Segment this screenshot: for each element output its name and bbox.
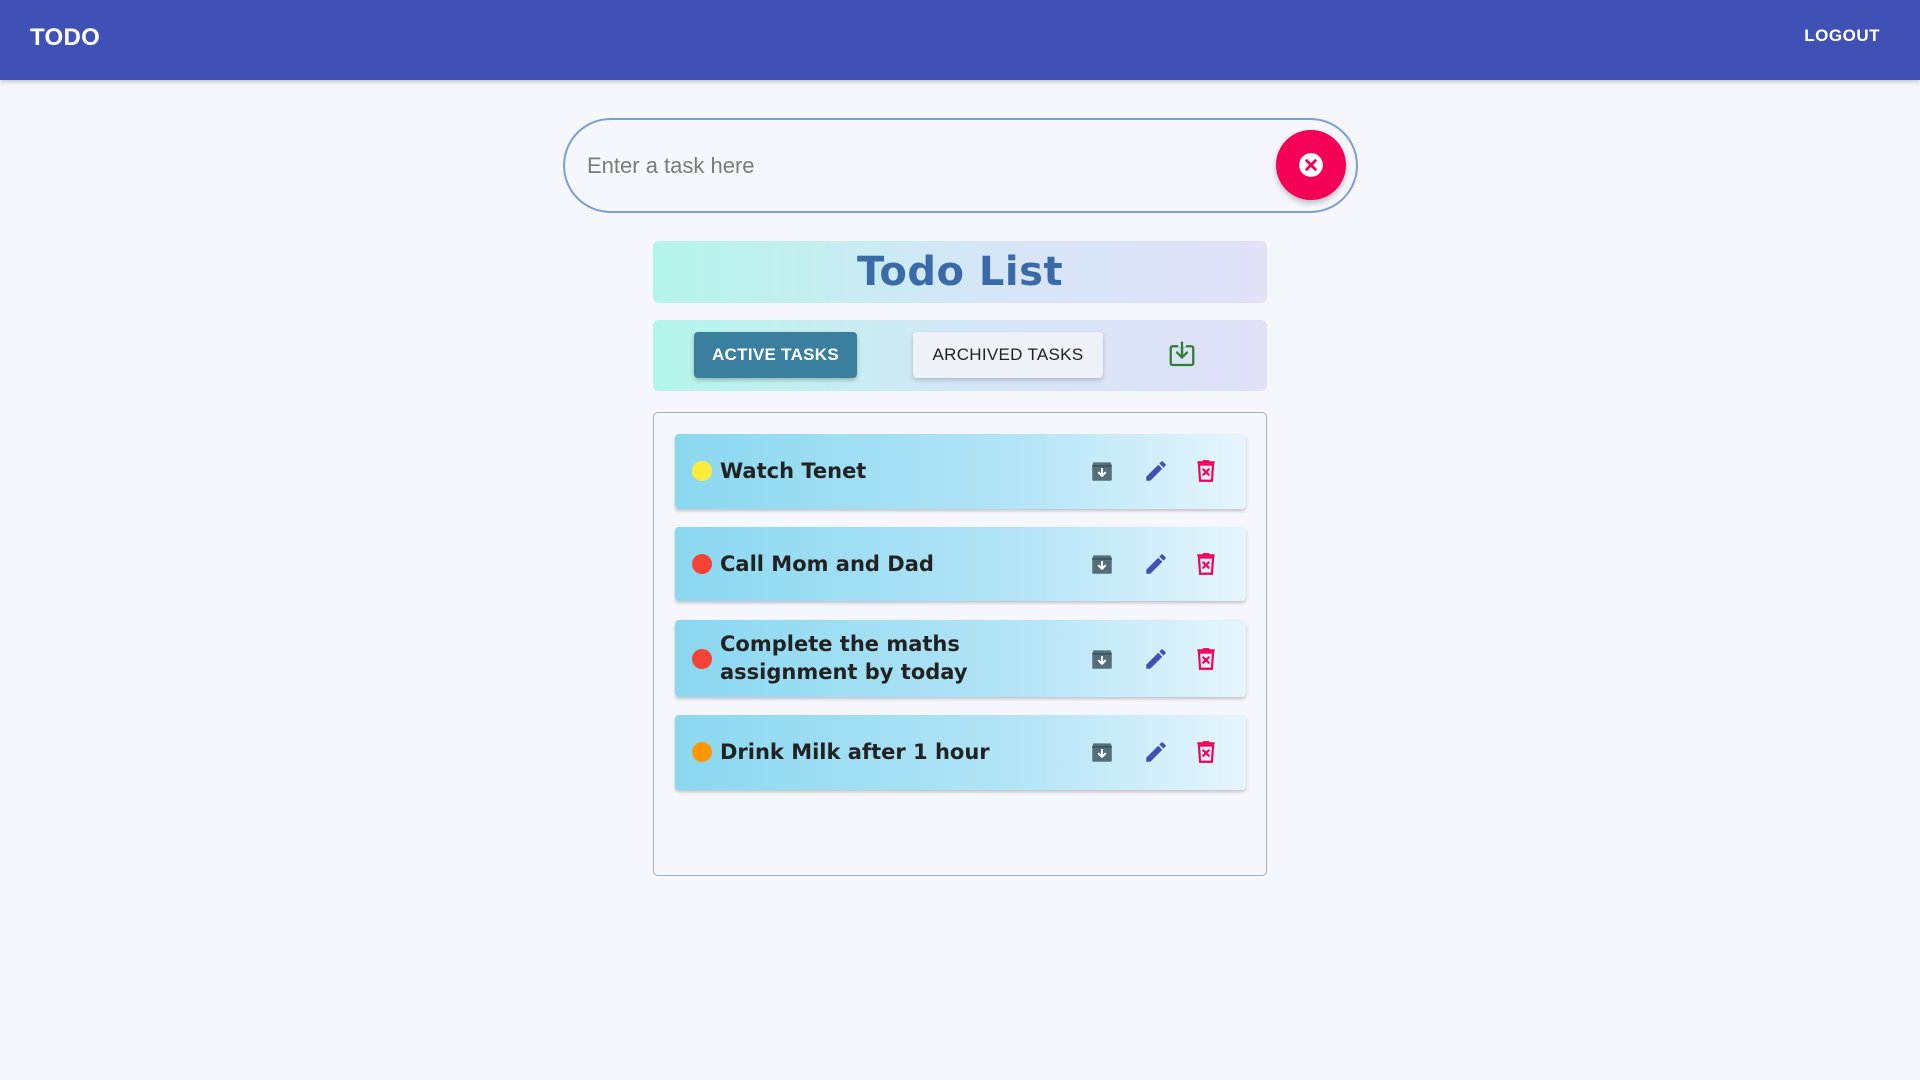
pencil-icon xyxy=(1146,742,1166,762)
priority-indicator xyxy=(692,742,712,762)
app-title: TODO xyxy=(30,24,101,51)
delete-button[interactable] xyxy=(1191,644,1221,674)
delete-button[interactable] xyxy=(1191,737,1221,767)
trash-icon xyxy=(1197,648,1215,670)
edit-button[interactable] xyxy=(1141,737,1171,767)
task-text: Call Mom and Dad xyxy=(720,552,934,576)
priority-indicator xyxy=(692,461,712,481)
tab-bar: ACTIVE TASKS ARCHIVED TASKS xyxy=(653,320,1267,391)
page-title: Todo List xyxy=(856,249,1064,295)
archive-icon xyxy=(1092,555,1112,574)
tab-active-tasks[interactable]: ACTIVE TASKS xyxy=(694,332,857,378)
archive-button[interactable] xyxy=(1087,456,1117,486)
list-title-banner: Todo List xyxy=(653,241,1267,303)
task-list: Watch Tenet Call Mom and Dad Complete th… xyxy=(653,412,1267,876)
task-text: Complete the maths assignment by today xyxy=(720,632,968,684)
download-icon xyxy=(1169,341,1195,367)
priority-indicator xyxy=(692,649,712,669)
archive-button[interactable] xyxy=(1087,644,1117,674)
archive-icon xyxy=(1092,462,1112,481)
archive-button[interactable] xyxy=(1087,549,1117,579)
task-text: Drink Milk after 1 hour xyxy=(720,740,990,764)
clear-input-button[interactable] xyxy=(1276,130,1346,200)
list-item: Drink Milk after 1 hour xyxy=(675,715,1246,790)
edit-button[interactable] xyxy=(1141,456,1171,486)
download-button[interactable] xyxy=(1165,338,1199,372)
trash-icon xyxy=(1197,460,1215,482)
edit-button[interactable] xyxy=(1141,644,1171,674)
priority-indicator xyxy=(692,554,712,574)
pencil-icon xyxy=(1146,461,1166,481)
archive-icon xyxy=(1092,650,1112,669)
trash-icon xyxy=(1197,553,1215,575)
pencil-icon xyxy=(1146,649,1166,669)
tab-archived-tasks[interactable]: ARCHIVED TASKS xyxy=(913,332,1103,378)
logout-button[interactable]: LOGOUT xyxy=(1804,26,1880,46)
close-circle-icon xyxy=(1299,153,1323,177)
task-input-container xyxy=(563,118,1358,213)
delete-button[interactable] xyxy=(1191,456,1221,486)
archive-button[interactable] xyxy=(1087,737,1117,767)
list-item: Complete the maths assignment by today xyxy=(675,620,1246,697)
app-bar: TODO LOGOUT xyxy=(0,0,1920,80)
list-item: Watch Tenet xyxy=(675,434,1246,509)
archive-icon xyxy=(1092,743,1112,762)
edit-button[interactable] xyxy=(1141,549,1171,579)
trash-icon xyxy=(1197,741,1215,763)
task-text: Watch Tenet xyxy=(720,459,867,483)
delete-button[interactable] xyxy=(1191,549,1221,579)
pencil-icon xyxy=(1146,554,1166,574)
list-item: Call Mom and Dad xyxy=(675,527,1246,601)
task-input[interactable] xyxy=(587,146,1247,186)
